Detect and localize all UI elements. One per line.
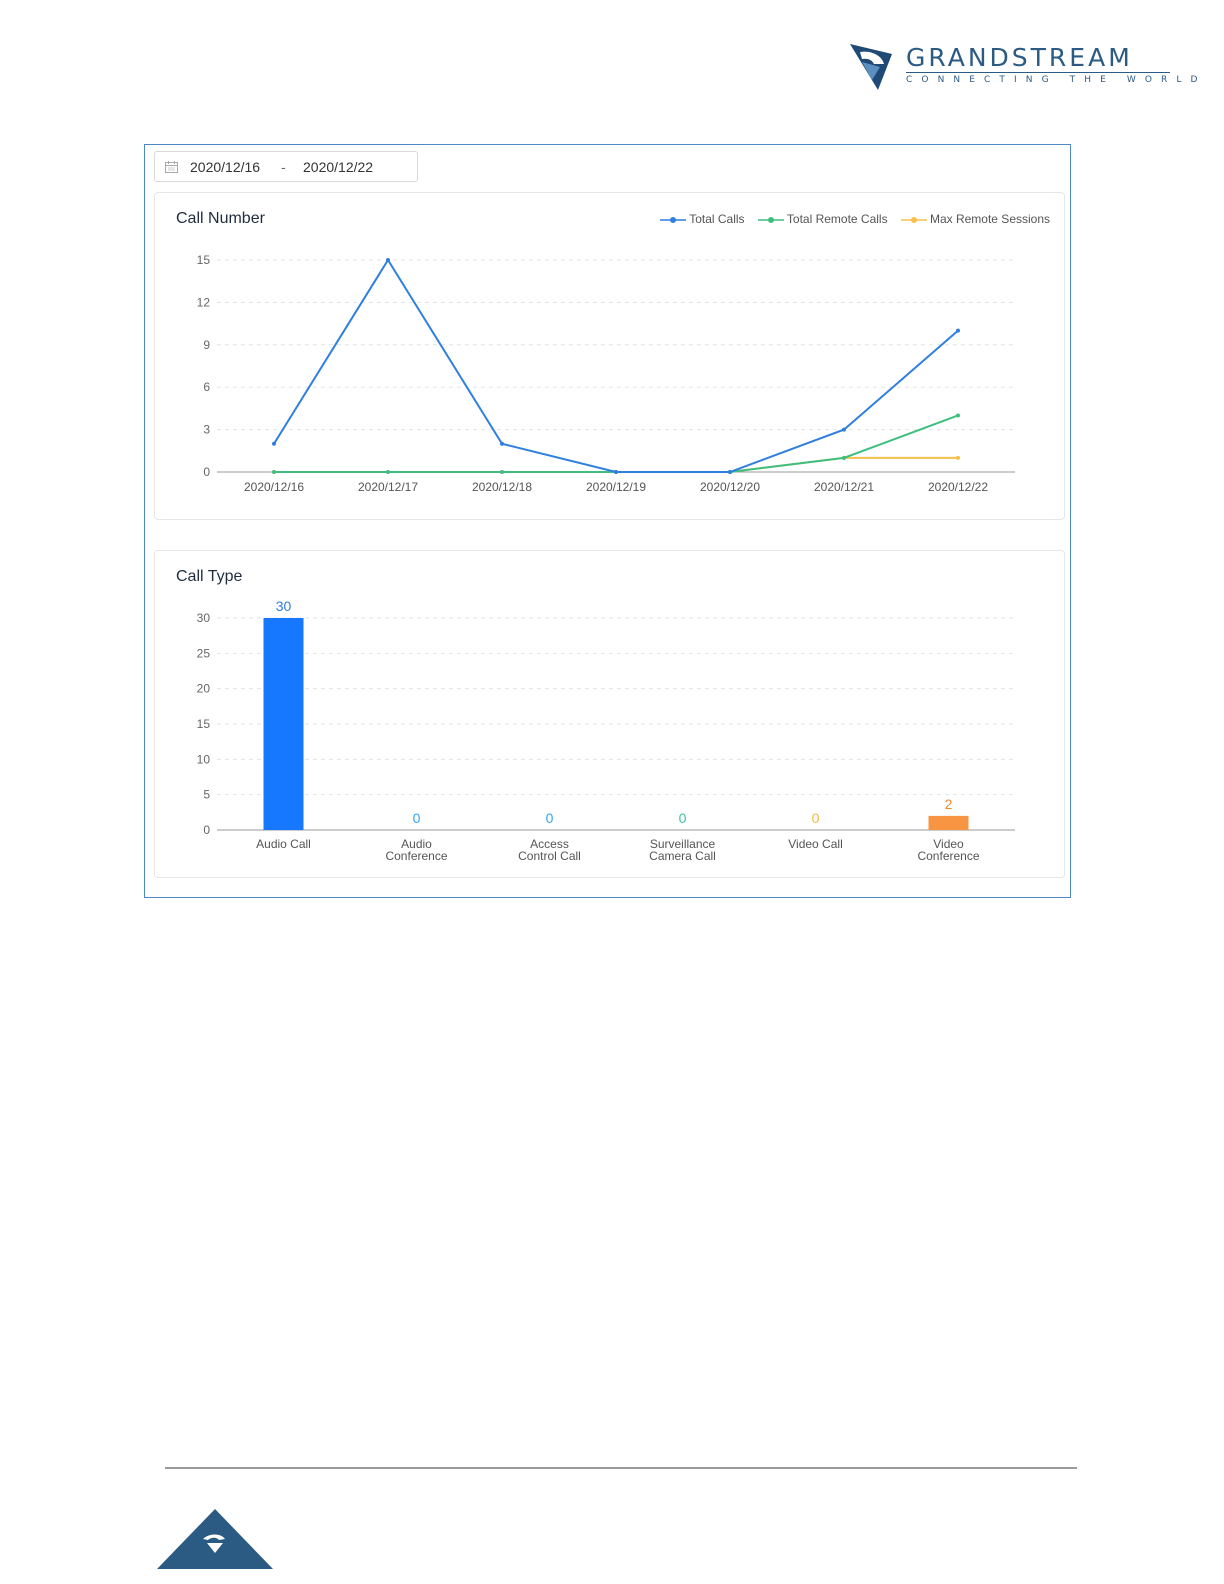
date-range-picker[interactable]: 2020/12/16 - 2020/12/22: [154, 151, 418, 182]
data-point: [500, 470, 504, 474]
date-start-input[interactable]: 2020/12/16: [190, 159, 260, 175]
y-tick-label: 12: [197, 295, 211, 309]
call-type-bar-chart: 05101520253030Audio Call0AudioConference…: [197, 598, 1015, 863]
x-tick-label: 2020/12/21: [814, 480, 874, 494]
x-tick-label: 2020/12/20: [700, 480, 760, 494]
data-label: 2: [945, 796, 953, 812]
y-tick-label: 30: [197, 611, 211, 625]
data-point: [386, 258, 390, 262]
y-tick-label: 3: [203, 423, 210, 437]
call-number-line-chart: 0 3 6 9 12 15 2020/12/16 2020/12/17 2020/12/18 20…: [197, 253, 1015, 494]
y-tick-label: 5: [203, 788, 210, 802]
y-tick-label: 25: [197, 646, 211, 660]
x-tick-label: 2020/12/16: [244, 480, 304, 494]
x-tick-label: 2020/12/18: [472, 480, 532, 494]
y-tick-label: 6: [203, 380, 210, 394]
footer-divider: [165, 1467, 1077, 1469]
series-line: [274, 456, 958, 473]
data-point: [842, 427, 846, 432]
series-line: [273, 258, 959, 473]
x-tick-label: Video Call: [788, 837, 842, 851]
y-tick-label: 0: [203, 823, 210, 837]
calendar-icon: [165, 161, 178, 173]
x-tick-label: Audio Call: [256, 837, 311, 851]
data-label: 30: [276, 598, 292, 614]
x-tick-label: Camera Call: [649, 849, 716, 863]
call-number-card: Call Number Total Calls Total Remote Cal…: [154, 192, 1065, 520]
call-type-card: Call Type 0 5 10 15 20 25 30 30 Audio Call 0 Audio…: [154, 550, 1065, 878]
y-tick-label: 15: [197, 717, 211, 731]
date-separator: -: [281, 159, 286, 175]
data-point: [956, 413, 960, 418]
series-line: [274, 414, 959, 473]
data-label: 0: [679, 810, 687, 826]
data-label: 0: [546, 810, 554, 826]
y-tick-label: 15: [197, 253, 211, 267]
x-tick-label: 2020/12/22: [928, 480, 988, 494]
data-point: [272, 470, 276, 474]
data-point: [842, 455, 846, 460]
grandstream-footer-logo-icon: [157, 1509, 273, 1569]
data-point: [614, 470, 618, 474]
x-tick-label: Conference: [917, 849, 979, 863]
date-end-input[interactable]: 2020/12/22: [303, 159, 373, 175]
y-tick-label: 0: [203, 465, 210, 479]
data-point: [956, 455, 960, 460]
data-point: [956, 328, 960, 333]
y-tick-label: 9: [203, 338, 210, 352]
data-point: [272, 441, 276, 446]
brand-divider: [906, 72, 1170, 73]
data-label: 0: [413, 810, 421, 826]
grandstream-logo: GRANDSTREAM CONNECTING THE WORLD: [848, 40, 1197, 94]
brand-name: GRANDSTREAM: [906, 43, 1133, 72]
brand-tagline: CONNECTING THE WORLD: [906, 75, 1207, 85]
x-tick-label: Control Call: [518, 849, 581, 863]
data-point: [500, 441, 504, 446]
bar: [928, 815, 969, 830]
data-label: 0: [812, 810, 820, 826]
x-tick-label: Conference: [385, 849, 447, 863]
grandstream-swoosh-icon: [850, 44, 892, 90]
y-tick-label: 20: [197, 682, 211, 696]
x-tick-label: 2020/12/19: [586, 480, 646, 494]
y-tick-label: 10: [197, 752, 211, 766]
dashboard-screenshot: 2020/12/16 - 2020/12/22 Call Number Tota…: [144, 144, 1071, 898]
data-point: [728, 470, 732, 474]
data-point: [386, 470, 390, 474]
bar: [263, 618, 304, 830]
x-tick-label: 2020/12/17: [358, 480, 418, 494]
